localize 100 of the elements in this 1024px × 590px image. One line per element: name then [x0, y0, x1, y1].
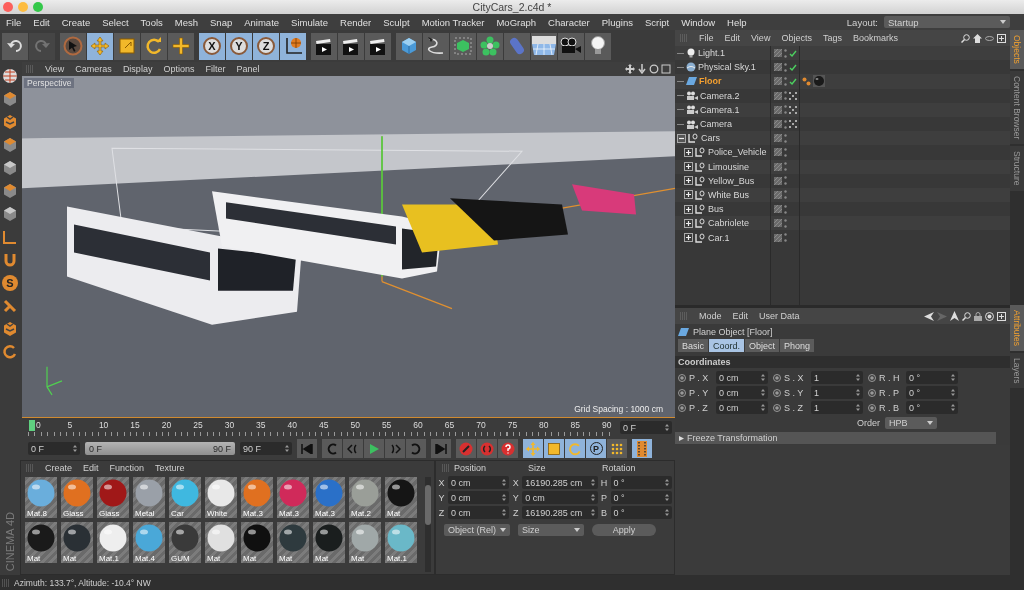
tool-button[interactable] — [531, 32, 557, 60]
object-name[interactable]: Camera — [700, 119, 732, 130]
visibility-dots-icon[interactable] — [784, 147, 787, 157]
frame-range-slider[interactable]: 0 F 90 F — [85, 442, 235, 455]
record-key-button[interactable] — [456, 439, 476, 458]
material-tile[interactable]: Mat — [385, 477, 417, 518]
object-name[interactable]: Camera.2 — [700, 90, 740, 101]
value-field[interactable]: 0 ° — [906, 386, 958, 399]
magnet-icon[interactable] — [2, 252, 18, 268]
size-field[interactable]: 0 cm — [522, 491, 598, 504]
value-field[interactable]: 1 — [811, 401, 863, 414]
menu-item[interactable]: View — [751, 33, 771, 43]
menu-item[interactable]: Edit — [83, 463, 99, 473]
tool-button[interactable] — [87, 32, 113, 60]
expand-toggle-icon[interactable] — [684, 218, 693, 228]
key-filter-button[interactable] — [544, 439, 564, 458]
position-field[interactable]: 0 cm — [447, 491, 510, 504]
value-field[interactable]: 0 cm — [716, 386, 768, 399]
object-name[interactable]: Yellow_Bus — [708, 175, 755, 186]
material-tile[interactable]: Mat — [61, 522, 93, 563]
menu-item[interactable]: Render — [334, 16, 378, 28]
apply-button[interactable]: Apply — [592, 523, 656, 536]
sculpt-button[interactable]: S — [2, 275, 18, 291]
material-tile[interactable]: Mat.1 — [97, 522, 129, 563]
material-tile[interactable]: Mat.3 — [241, 477, 273, 518]
object-name[interactable]: Bus — [708, 204, 724, 215]
cube-icon[interactable] — [2, 206, 18, 222]
material-tile[interactable]: Mat.3 — [313, 477, 345, 518]
position-field[interactable]: 0 cm — [447, 476, 510, 489]
rotation-field[interactable]: 0 ° — [610, 476, 673, 489]
menu-item[interactable]: Edit — [732, 311, 749, 321]
layer-square-icon[interactable] — [774, 219, 782, 228]
stepper-icon[interactable] — [590, 509, 595, 516]
value-field[interactable]: 0 ° — [906, 401, 958, 414]
key-filter-button[interactable] — [607, 439, 627, 458]
menu-item[interactable]: Help — [721, 16, 753, 28]
visibility-dots-icon[interactable] — [784, 190, 787, 200]
object-name[interactable]: Cabriolete — [708, 218, 750, 229]
value-field[interactable]: 1 — [811, 386, 863, 399]
new-panel-icon[interactable] — [997, 33, 1006, 43]
search-icon[interactable] — [962, 311, 971, 321]
side-tab[interactable]: Content Browser — [1010, 70, 1024, 145]
expand-toggle-icon[interactable] — [684, 204, 693, 214]
go-to-start-button[interactable] — [297, 439, 317, 458]
maximize-view-icon[interactable] — [661, 64, 671, 74]
object-name[interactable]: Floor — [699, 76, 722, 87]
keyframe-radio[interactable] — [678, 373, 686, 382]
layer-square-icon[interactable] — [774, 190, 782, 199]
tab[interactable]: Object — [745, 339, 780, 352]
new-panel-icon[interactable] — [997, 311, 1006, 321]
layer-square-icon[interactable] — [774, 176, 782, 185]
stepper-icon[interactable] — [665, 479, 670, 486]
expand-toggle-icon[interactable] — [677, 133, 686, 143]
material-tile[interactable]: Mat — [25, 522, 57, 563]
layer-square-icon[interactable] — [774, 134, 782, 143]
up-arrow-icon[interactable] — [950, 311, 959, 321]
tab[interactable]: Basic — [678, 339, 708, 352]
checker-cube-icon[interactable] — [2, 114, 18, 130]
next-key-button[interactable] — [406, 439, 426, 458]
keyframe-radio[interactable] — [773, 373, 781, 382]
menu-item[interactable]: Options — [163, 64, 195, 74]
layer-square-icon[interactable] — [774, 233, 782, 242]
layer-square-icon[interactable] — [774, 105, 782, 114]
material-tile[interactable]: White — [205, 477, 237, 518]
visibility-dots-icon[interactable] — [784, 204, 787, 214]
visibility-dots-icon[interactable] — [784, 133, 787, 143]
stepper-icon[interactable] — [665, 494, 670, 501]
menu-item[interactable]: Texture — [155, 463, 185, 473]
next-frame-button[interactable] — [385, 439, 405, 458]
menu-item[interactable]: Create — [55, 16, 97, 28]
check-icon[interactable] — [789, 77, 797, 85]
menu-item[interactable]: Plugins — [595, 16, 639, 28]
cube-icon[interactable] — [2, 160, 18, 176]
home-icon[interactable] — [973, 33, 982, 43]
stepper-icon[interactable] — [761, 404, 765, 411]
size-mode-dropdown[interactable]: Size — [518, 523, 584, 536]
object-name[interactable]: Physical Sky.1 — [698, 62, 756, 73]
stepper-icon[interactable] — [665, 509, 670, 516]
search-icon[interactable] — [961, 33, 970, 43]
visibility-dots-icon[interactable] — [784, 48, 787, 58]
object-name[interactable]: Police_Vehicle — [708, 147, 767, 158]
axis-lock-button[interactable]: X — [199, 32, 225, 60]
stepper-icon[interactable] — [951, 404, 955, 411]
menu-item[interactable]: Tools — [134, 16, 169, 28]
value-field[interactable]: 0 cm — [716, 401, 768, 414]
cube-icon[interactable] — [2, 183, 18, 199]
material-tile[interactable]: Mat — [277, 522, 309, 563]
stepper-icon[interactable] — [856, 404, 860, 411]
material-tile[interactable]: Mat.2 — [349, 477, 381, 518]
menu-item[interactable]: Filter — [205, 64, 226, 74]
visibility-dots-icon[interactable] — [784, 105, 787, 115]
material-tile[interactable]: Glass — [61, 477, 93, 518]
tool-button[interactable] — [114, 32, 140, 60]
object-name[interactable]: Car.1 — [708, 232, 730, 243]
menu-item[interactable]: Script — [638, 16, 676, 28]
menu-item[interactable]: User Data — [759, 311, 800, 321]
layer-square-icon[interactable] — [774, 162, 782, 171]
stepper-icon[interactable] — [502, 509, 507, 516]
visibility-dots-icon[interactable] — [784, 233, 787, 243]
tool-button[interactable] — [338, 32, 364, 60]
